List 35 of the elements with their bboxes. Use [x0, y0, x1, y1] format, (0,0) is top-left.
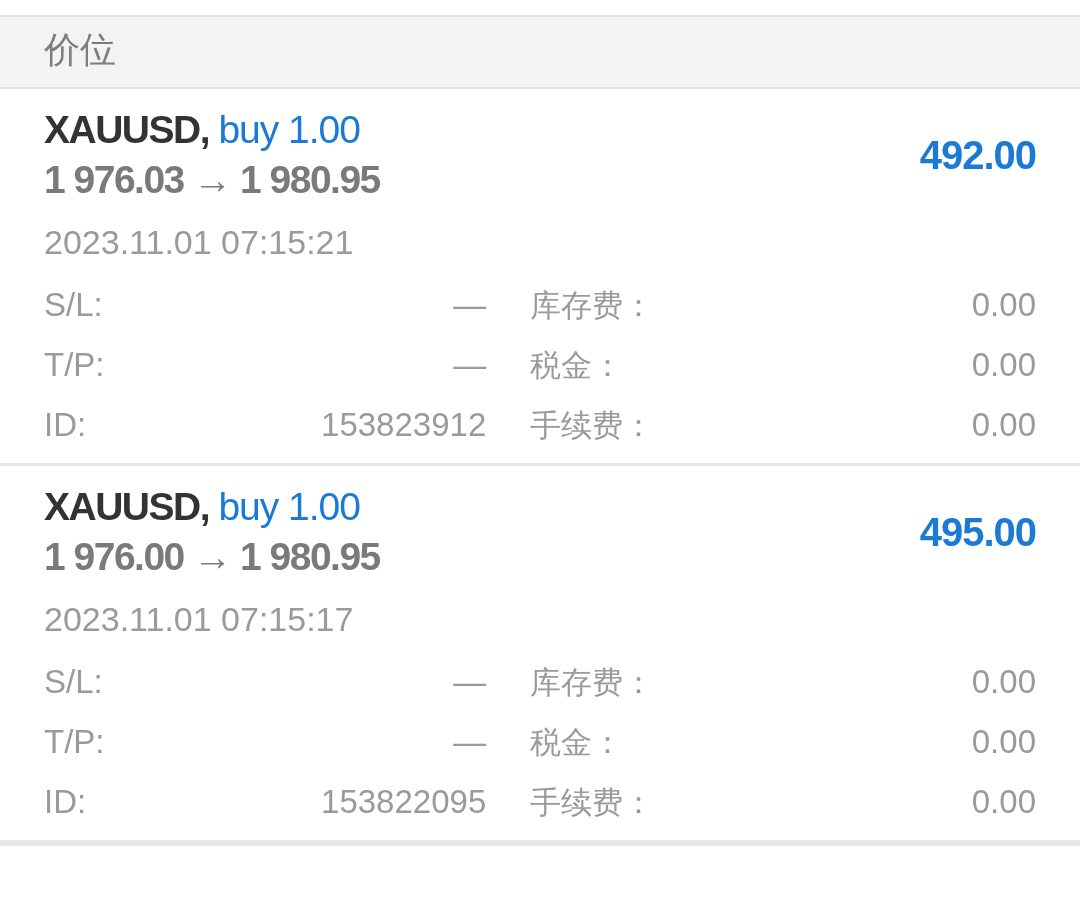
detail-label: 手续费： [530, 407, 655, 443]
detail-label: T/P: [44, 723, 105, 760]
profit-value: 495.00 [919, 509, 1036, 555]
detail-value: 153823912 [321, 406, 487, 443]
price-change: 1 976.03 → 1 980.95 [44, 157, 380, 203]
detail-label: T/P: [44, 346, 105, 383]
detail-label: 库存费： [530, 287, 655, 323]
detail-label: 税金： [530, 724, 624, 760]
symbol-name: XAUUSD, [44, 485, 210, 528]
detail-label: ID: [44, 783, 87, 820]
detail-value: — [453, 663, 487, 700]
detail-value: — [453, 723, 487, 760]
detail-value: 0.00 [971, 663, 1036, 700]
detail-value: — [453, 346, 487, 383]
detail-value: 153822095 [321, 783, 487, 820]
order-type: buy 1.00 [218, 485, 360, 528]
open-time: 2023.11.01 07:15:21 [44, 222, 355, 263]
detail-label: 税金： [530, 347, 624, 383]
detail-label: S/L: [44, 663, 103, 700]
detail-label: 手续费： [530, 784, 655, 820]
section-title: 价位 [44, 28, 116, 72]
detail-value: 0.00 [971, 723, 1036, 760]
detail-value: 0.00 [971, 346, 1036, 383]
order-type: buy 1.00 [218, 108, 360, 151]
detail-label: ID: [44, 406, 87, 443]
price-change: 1 976.00 → 1 980.95 [44, 534, 380, 580]
detail-label: 库存费： [530, 664, 655, 700]
detail-value: — [453, 286, 487, 323]
open-time: 2023.11.01 07:15:17 [44, 599, 355, 640]
detail-value: 0.00 [971, 286, 1036, 323]
symbol-name: XAUUSD, [44, 108, 210, 151]
detail-value: 0.00 [971, 783, 1036, 820]
detail-label: S/L: [44, 286, 103, 323]
detail-value: 0.00 [971, 406, 1036, 443]
profit-value: 492.00 [919, 132, 1036, 178]
